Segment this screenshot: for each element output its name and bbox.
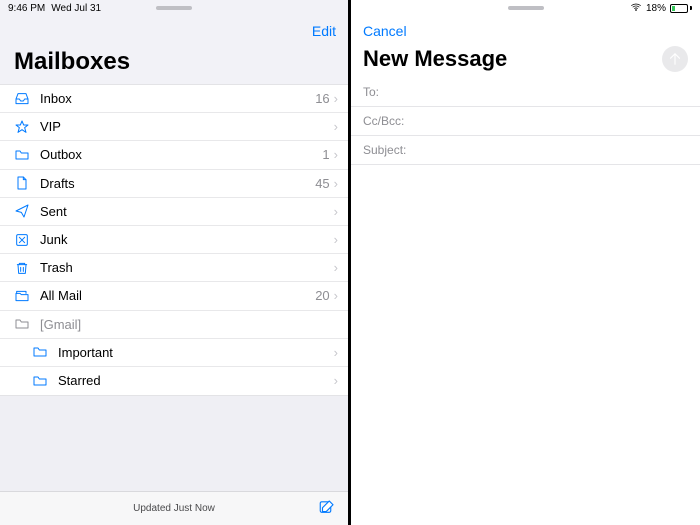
mailbox-label: Inbox: [32, 91, 315, 106]
folder-icon: [30, 373, 50, 389]
cc-bcc-field[interactable]: Cc/Bcc:: [351, 107, 700, 136]
mailbox-row-outbox[interactable]: Outbox1›: [0, 141, 348, 169]
doc-icon: [12, 175, 32, 191]
chevron-right-icon: ›: [334, 345, 348, 360]
mailbox-label: Sent: [32, 204, 334, 219]
battery-icon: [670, 4, 692, 13]
send-icon: [12, 203, 32, 219]
mailbox-label: Drafts: [32, 176, 315, 191]
mailbox-row-junk[interactable]: Junk›: [0, 226, 348, 254]
mailbox-row-vip[interactable]: VIP›: [0, 113, 348, 141]
chevron-right-icon: ›: [334, 91, 348, 106]
status-bar-right: 18%: [351, 0, 700, 16]
send-button[interactable]: [662, 46, 688, 72]
folder-icon: [12, 147, 32, 163]
multitask-pill-icon[interactable]: [156, 6, 192, 10]
multitask-pill-icon[interactable]: [508, 6, 544, 10]
star-icon: [12, 119, 32, 135]
chevron-right-icon: ›: [334, 147, 348, 162]
chevron-right-icon: ›: [334, 288, 348, 303]
mailbox-list: Inbox16›VIP›Outbox1›Drafts45›Sent›Junk›T…: [0, 84, 348, 396]
mailbox-row-all-mail[interactable]: All Mail20›: [0, 282, 348, 310]
status-time: 9:46 PM: [8, 3, 45, 14]
empty-area: [0, 396, 348, 491]
battery-pct: 18%: [646, 3, 666, 14]
chevron-right-icon: ›: [334, 232, 348, 247]
compose-title: New Message: [363, 46, 507, 72]
inbox-icon: [12, 91, 32, 107]
status-bar-left: 9:46 PM Wed Jul 31: [0, 0, 348, 16]
chevron-right-icon: ›: [334, 119, 348, 134]
mailbox-row-starred[interactable]: Starred›: [0, 367, 348, 395]
page-title: Mailboxes: [0, 46, 348, 84]
to-field[interactable]: To:: [351, 78, 700, 107]
mailbox-row-drafts[interactable]: Drafts45›: [0, 170, 348, 198]
toolbar: Updated Just Now: [0, 491, 348, 525]
wifi-icon: [630, 1, 642, 16]
chevron-right-icon: ›: [334, 204, 348, 219]
mailboxes-pane: 9:46 PM Wed Jul 31 Edit Mailboxes Inbox1…: [0, 0, 349, 525]
allmail-icon: [12, 288, 32, 304]
compose-pane: 18% Cancel New Message To: Cc/Bcc: Subje…: [351, 0, 700, 525]
mailbox-count: 20: [315, 288, 333, 303]
compose-button[interactable]: [318, 498, 336, 519]
junk-icon: [12, 232, 32, 248]
chevron-right-icon: ›: [334, 260, 348, 275]
mailbox-label: [Gmail]: [32, 317, 348, 332]
mailbox-label: All Mail: [32, 288, 315, 303]
folder-icon: [30, 344, 50, 360]
mailbox-label: Starred: [50, 373, 334, 388]
mailbox-row-sent[interactable]: Sent›: [0, 198, 348, 226]
edit-button[interactable]: Edit: [312, 23, 336, 39]
mailbox-label: VIP: [32, 119, 334, 134]
mailbox-count: 1: [322, 147, 333, 162]
nav-bar: Edit: [0, 16, 348, 46]
status-date: Wed Jul 31: [51, 3, 101, 14]
compose-nav: Cancel: [351, 16, 700, 46]
mailbox-row--gmail-[interactable]: [Gmail]: [0, 311, 348, 339]
cancel-button[interactable]: Cancel: [363, 23, 407, 39]
mailbox-label: Important: [50, 345, 334, 360]
mailbox-label: Trash: [32, 260, 334, 275]
folder-icon: [12, 316, 32, 332]
mailbox-label: Outbox: [32, 147, 322, 162]
mailbox-row-trash[interactable]: Trash›: [0, 254, 348, 282]
mailbox-row-important[interactable]: Important›: [0, 339, 348, 367]
mailbox-row-inbox[interactable]: Inbox16›: [0, 85, 348, 113]
mailbox-count: 45: [315, 176, 333, 191]
trash-icon: [12, 260, 32, 276]
subject-field[interactable]: Subject:: [351, 136, 700, 165]
chevron-right-icon: ›: [334, 176, 348, 191]
mailbox-label: Junk: [32, 232, 334, 247]
status-text: Updated Just Now: [133, 503, 215, 514]
chevron-right-icon: ›: [334, 373, 348, 388]
mailbox-count: 16: [315, 91, 333, 106]
